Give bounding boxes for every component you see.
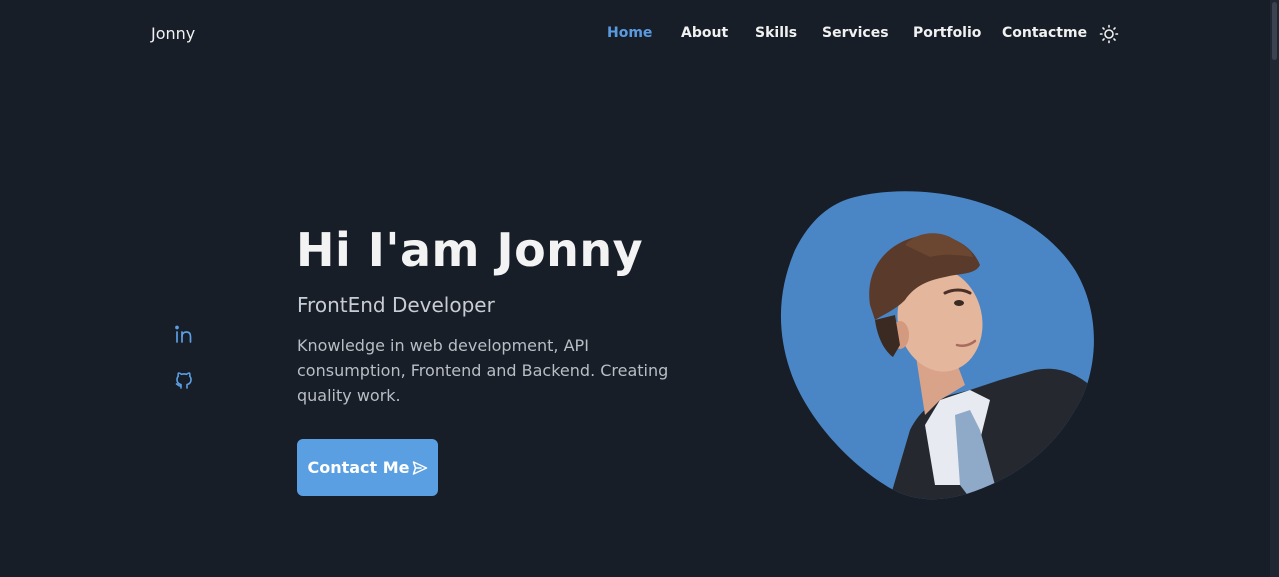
nav-services[interactable]: Services [822, 25, 889, 41]
hero-title: Hi I'am Jonny [296, 223, 644, 277]
header: Jonny Home About Skills Services Portfol… [0, 0, 1279, 68]
send-icon [412, 460, 427, 475]
nav-contactme[interactable]: Contactme [1002, 25, 1087, 41]
contact-me-label: Contact Me [307, 458, 410, 477]
linkedin-icon[interactable] [173, 323, 195, 345]
nav-portfolio[interactable]: Portfolio [913, 25, 981, 41]
hero-description: Knowledge in web development, API consum… [297, 336, 669, 405]
contact-me-button[interactable]: Contact Me [297, 439, 438, 496]
github-icon[interactable] [173, 368, 195, 390]
profile-blob-image [780, 191, 1094, 500]
scrollbar[interactable] [1270, 0, 1279, 577]
nav-skills[interactable]: Skills [755, 25, 797, 41]
nav-home[interactable]: Home [607, 25, 652, 41]
nav-about[interactable]: About [681, 25, 728, 41]
hero-subtitle: FrontEnd Developer [297, 293, 495, 317]
sun-icon[interactable] [1099, 24, 1119, 44]
logo[interactable]: Jonny [151, 24, 195, 43]
scrollbar-thumb[interactable] [1272, 2, 1277, 60]
